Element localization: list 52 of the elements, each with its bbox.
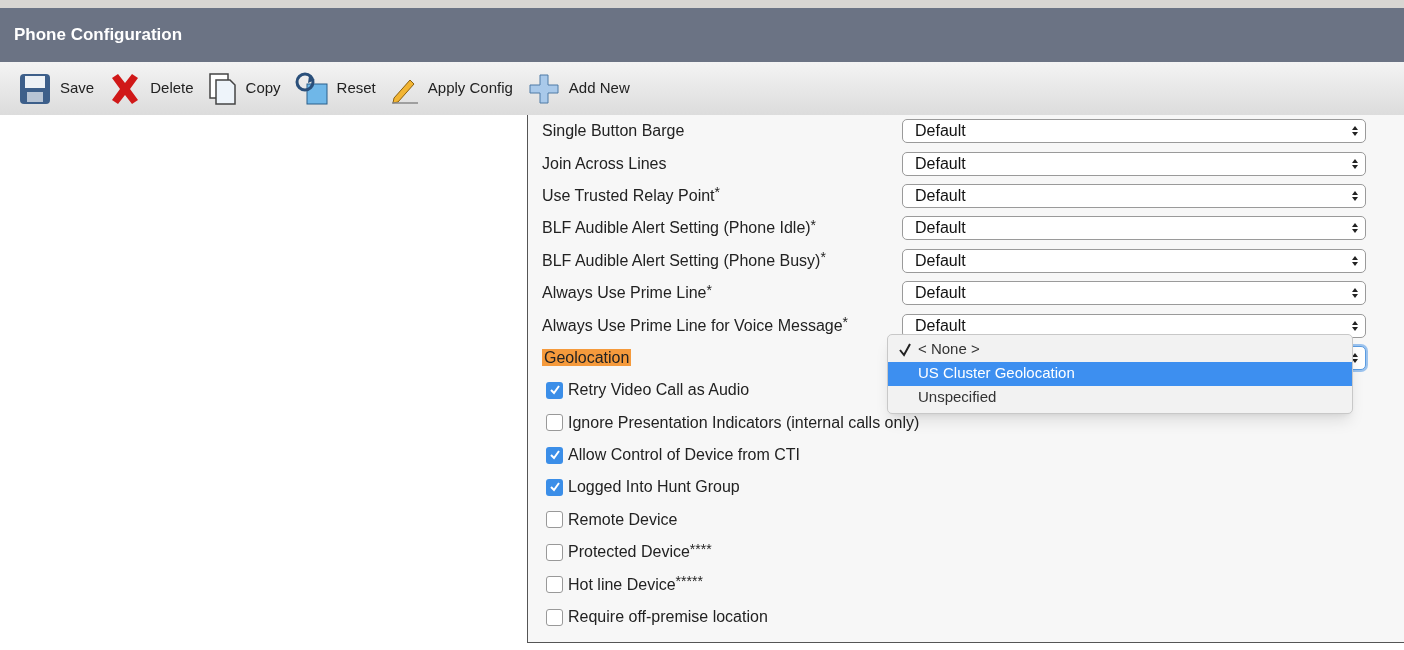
checkbox[interactable]	[546, 576, 563, 594]
dropdown-select[interactable]: Default	[902, 151, 1366, 176]
field-label: BLF Audible Alert Setting (Phone Idle)$^{*}$	[542, 219, 817, 237]
copy-icon	[207, 71, 238, 106]
toolbar-button[interactable]: Reset	[292, 69, 378, 108]
checkmark-icon	[898, 342, 912, 357]
menu-option[interactable]: < None >	[888, 337, 1352, 362]
updown-arrows-icon	[1351, 254, 1359, 267]
updown-arrows-icon	[1351, 157, 1359, 170]
checkbox-label: Allow Control of Device from CTI	[568, 445, 801, 466]
toolbar-button[interactable]: Apply Config	[387, 71, 515, 106]
field-label: Use Trusted Relay Point$^{*}$	[542, 186, 720, 204]
checkbox-label: Retry Video Call as Audio	[568, 380, 750, 401]
checkbox[interactable]	[546, 543, 563, 561]
updown-arrows-icon	[1351, 287, 1359, 300]
checkbox-label: Remote Device	[568, 509, 678, 530]
checkbox-label: Ignore Presentation Indicators (internal calls only)	[568, 412, 920, 433]
checkbox[interactable]	[546, 608, 563, 626]
dropdown-select[interactable]: Default	[902, 313, 1366, 338]
dropdown-select[interactable]: Default	[902, 281, 1366, 306]
updown-arrows-icon	[1351, 189, 1359, 202]
toolbar-button[interactable]: Copy	[205, 69, 283, 108]
checkbox[interactable]	[546, 446, 563, 464]
plus-icon	[526, 71, 561, 106]
field-label: Always Use Prime Line$^{*}$	[542, 284, 712, 302]
dropdown-select[interactable]: Default	[902, 216, 1366, 241]
dropdown-select[interactable]: Default	[902, 119, 1366, 144]
checkbox-label: Protected Device$^{****}$	[568, 542, 712, 563]
dropdown-select[interactable]: Default	[902, 183, 1366, 208]
toolbar-button[interactable]: Save	[16, 69, 97, 108]
toolbar-button[interactable]: Add New	[524, 69, 632, 108]
checkbox[interactable]	[546, 511, 563, 529]
checkbox-label: Logged Into Hunt Group	[568, 477, 740, 498]
field-label: Join Across Lines	[542, 154, 667, 172]
field-label: Always Use Prime Line for Voice Message$^{*}$	[542, 316, 849, 334]
checkbox-label: Hot line Device$^{*****}$	[568, 574, 703, 595]
updown-arrows-icon	[1351, 351, 1359, 364]
field-label: BLF Audible Alert Setting (Phone Busy)$^{*}$	[542, 251, 826, 269]
dropdown-select[interactable]: Default	[902, 248, 1366, 273]
updown-arrows-icon	[1351, 319, 1359, 332]
checkbox-label: Require off-premise location	[568, 607, 768, 628]
checkbox[interactable]	[546, 381, 563, 399]
page-title: Phone Configuration	[14, 24, 183, 47]
checkbox[interactable]	[546, 414, 563, 432]
field-label: Geolocation	[542, 348, 632, 366]
toolbar-button[interactable]: Delete	[106, 69, 196, 108]
updown-arrows-icon	[1351, 125, 1359, 138]
checkbox[interactable]	[546, 479, 563, 496]
field-label: Single Button Barge	[542, 122, 685, 140]
updown-arrows-icon	[1351, 222, 1359, 235]
menu-option[interactable]: Unspecified	[888, 385, 1352, 410]
cube-arrow-icon	[294, 71, 329, 106]
